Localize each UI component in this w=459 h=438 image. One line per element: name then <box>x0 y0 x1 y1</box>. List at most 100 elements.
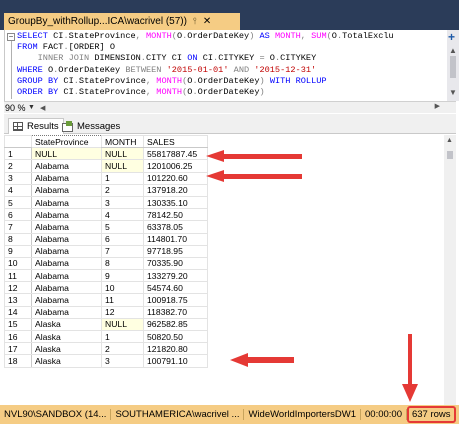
column-header-sales[interactable]: SALES <box>143 135 208 149</box>
cell-stateprovince[interactable]: NULL <box>31 147 102 161</box>
cell-month[interactable]: 8 <box>101 256 144 271</box>
cell-sales[interactable]: 118382.70 <box>143 305 208 319</box>
cell-stateprovince[interactable]: Alabama <box>31 305 102 319</box>
cell-sales[interactable]: 100918.75 <box>143 293 208 307</box>
grid-vertical-scrollbar[interactable]: ▲ <box>444 135 456 405</box>
cell-stateprovince[interactable]: Alabama <box>31 293 102 307</box>
cell-month[interactable]: 9 <box>101 269 144 283</box>
scroll-left-icon[interactable]: ◀ <box>40 104 45 112</box>
sql-code[interactable]: SELECT CI.StateProvince, MONTH(O.OrderDa… <box>17 31 394 98</box>
cell-month[interactable]: 1 <box>101 171 144 185</box>
row-number[interactable]: 6 <box>4 208 32 222</box>
row-number[interactable]: 3 <box>4 171 32 185</box>
column-header-month[interactable]: MONTH <box>101 135 144 149</box>
cell-sales[interactable]: 130335.10 <box>143 195 208 210</box>
cell-sales[interactable]: 70335.90 <box>143 256 208 271</box>
cell-month[interactable]: 11 <box>101 293 144 307</box>
pin-icon[interactable]: ⫯ <box>193 16 197 27</box>
cell-stateprovince[interactable]: Alabama <box>31 244 102 258</box>
cell-sales[interactable]: 55817887.45 <box>143 147 208 161</box>
row-number[interactable]: 12 <box>4 281 32 295</box>
cell-sales[interactable]: 97718.95 <box>143 244 208 258</box>
table-row[interactable]: 5 Alabama 3 130335.10 <box>4 195 208 210</box>
editor-vertical-scrollbar[interactable]: + ▲ ▼ <box>447 30 459 101</box>
cell-sales[interactable]: 133279.20 <box>143 269 208 283</box>
cell-stateprovince[interactable]: Alabama <box>31 281 102 295</box>
table-row[interactable]: 13 Alabama 11 100918.75 <box>4 293 208 307</box>
grid-scroll-thumb[interactable] <box>447 151 453 159</box>
cell-stateprovince[interactable]: Alaska <box>31 317 102 332</box>
cell-sales[interactable]: 78142.50 <box>143 208 208 222</box>
tab-messages[interactable]: Messages <box>58 118 124 134</box>
table-row[interactable]: 7 Alabama 5 63378.05 <box>4 220 208 234</box>
cell-month[interactable]: 2 <box>101 342 144 356</box>
row-number[interactable]: 17 <box>4 342 32 356</box>
cell-month[interactable]: 12 <box>101 305 144 319</box>
table-row[interactable]: 16 Alaska 1 50820.50 <box>4 329 208 344</box>
table-row[interactable]: 3 Alabama 1 101220.60 <box>4 171 208 185</box>
table-row[interactable]: 11 Alabama 9 133279.20 <box>4 269 208 283</box>
cell-month[interactable]: 7 <box>101 244 144 258</box>
cell-sales[interactable]: 962582.85 <box>143 317 208 332</box>
row-number[interactable]: 8 <box>4 232 32 246</box>
row-number[interactable]: 10 <box>4 256 32 271</box>
cell-stateprovince[interactable]: Alaska <box>31 342 102 356</box>
tab-results[interactable]: Results <box>8 118 64 134</box>
table-row[interactable]: 12 Alabama 10 54574.60 <box>4 281 208 295</box>
row-number[interactable]: 18 <box>4 354 32 368</box>
cell-month[interactable]: 3 <box>101 354 144 368</box>
cell-stateprovince[interactable]: Alabama <box>31 183 102 197</box>
cell-sales[interactable]: 100791.10 <box>143 354 208 368</box>
cell-month[interactable]: 5 <box>101 220 144 234</box>
cell-month[interactable]: 6 <box>101 232 144 246</box>
table-row[interactable]: 6 Alabama 4 78142.50 <box>4 208 208 222</box>
cell-sales[interactable]: 114801.70 <box>143 232 208 246</box>
editor-horizontal-scrollbar[interactable] <box>62 105 422 111</box>
row-number[interactable]: 16 <box>4 329 32 344</box>
zoom-dropdown-icon[interactable]: ▼ <box>28 104 40 111</box>
close-icon[interactable]: ✕ <box>203 16 211 27</box>
table-row[interactable]: 4 Alabama 2 137918.20 <box>4 183 208 197</box>
row-number[interactable]: 5 <box>4 195 32 210</box>
cell-month[interactable]: 3 <box>101 195 144 210</box>
cell-stateprovince[interactable]: Alabama <box>31 232 102 246</box>
cell-stateprovince[interactable]: Alabama <box>31 256 102 271</box>
row-number[interactable]: 4 <box>4 183 32 197</box>
table-row[interactable]: 18 Alaska 3 100791.10 <box>4 354 208 368</box>
cell-sales[interactable]: 1201006.25 <box>143 159 208 173</box>
cell-stateprovince[interactable]: Alabama <box>31 208 102 222</box>
collapse-icon[interactable]: − <box>7 33 15 41</box>
scroll-up-icon[interactable]: ▲ <box>449 46 457 55</box>
table-row[interactable]: 15 Alaska NULL 962582.85 <box>4 317 208 332</box>
scroll-thumb[interactable] <box>450 56 456 78</box>
cell-month[interactable]: 2 <box>101 183 144 197</box>
row-number[interactable]: 2 <box>4 159 32 173</box>
table-row[interactable]: 8 Alabama 6 114801.70 <box>4 232 208 246</box>
cell-stateprovince[interactable]: Alabama <box>31 220 102 234</box>
row-number[interactable]: 9 <box>4 244 32 258</box>
cell-stateprovince[interactable]: Alabama <box>31 159 102 173</box>
table-row[interactable]: 10 Alabama 8 70335.90 <box>4 256 208 271</box>
cell-sales[interactable]: 137918.20 <box>143 183 208 197</box>
grid-scroll-up-icon[interactable]: ▲ <box>446 137 453 144</box>
row-number[interactable]: 13 <box>4 293 32 307</box>
split-plus-icon[interactable]: + <box>448 30 455 44</box>
table-row[interactable]: 14 Alabama 12 118382.70 <box>4 305 208 319</box>
query-document-tab[interactable]: GroupBy_withRollup...ICA\wacrivel (57)) … <box>4 13 240 30</box>
cell-month[interactable]: NULL <box>101 159 144 173</box>
cell-sales[interactable]: 101220.60 <box>143 171 208 185</box>
cell-month[interactable]: 1 <box>101 329 144 344</box>
query-editor[interactable]: − SELECT CI.StateProvince, MONTH(O.Order… <box>4 30 456 101</box>
scroll-down-icon[interactable]: ▼ <box>449 88 457 97</box>
row-number[interactable]: 14 <box>4 305 32 319</box>
row-number[interactable]: 15 <box>4 317 32 332</box>
cell-stateprovince[interactable]: Alaska <box>31 354 102 368</box>
column-header-stateprovince[interactable]: StateProvince <box>31 135 102 149</box>
cell-month[interactable]: 10 <box>101 281 144 295</box>
table-row[interactable]: 1 NULL NULL 55817887.45 <box>4 147 208 161</box>
cell-sales[interactable]: 54574.60 <box>143 281 208 295</box>
row-number-header[interactable] <box>4 135 32 149</box>
cell-month[interactable]: 4 <box>101 208 144 222</box>
cell-stateprovince[interactable]: Alaska <box>31 329 102 344</box>
row-number[interactable]: 7 <box>4 220 32 234</box>
